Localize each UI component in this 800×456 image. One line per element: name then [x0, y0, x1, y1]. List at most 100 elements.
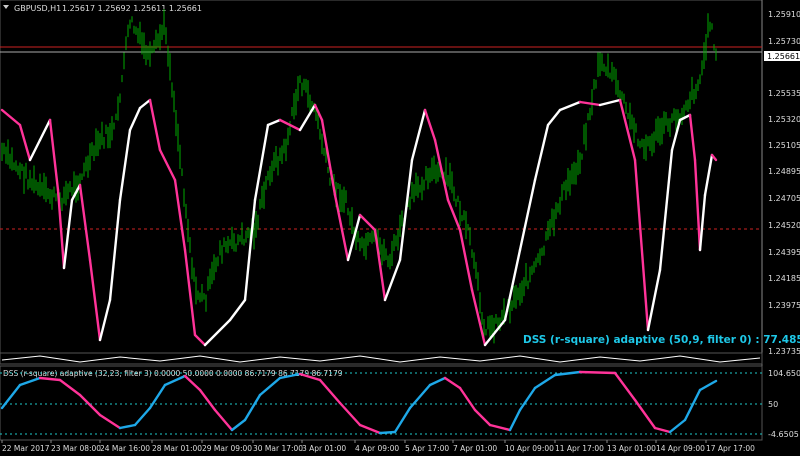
dss-main-segment: [578, 100, 602, 107]
sub-axis-top: 104.6505: [768, 369, 800, 378]
sub-indicator-segment: [118, 423, 137, 430]
sub-indicator-segment: [0, 383, 22, 410]
sub-indicator-segment: [393, 406, 412, 434]
time-tick-label: 29 Mar 09:00: [202, 444, 252, 453]
price-candles: [1, 9, 717, 344]
price-tick-label: 1.25910: [768, 10, 800, 19]
main-chart-frame: [0, 0, 763, 359]
sub-indicator-segment: [38, 376, 62, 382]
sub-indicator-segment: [428, 376, 447, 387]
current-price-label: 1.25661: [767, 52, 800, 61]
sub-indicator-segment: [148, 383, 167, 410]
sub-indicator-segment: [668, 418, 687, 434]
price-tick-label: 1.25730: [768, 37, 800, 46]
dss-main-segment: [18, 123, 32, 162]
dss-main-segment: [56, 188, 66, 270]
dss-main-segment: [558, 100, 582, 112]
time-tick-label: 7 Apr 01:00: [453, 444, 497, 453]
time-tick-label: 3 Apr 01:00: [302, 444, 346, 453]
dss-main-segment: [423, 108, 437, 142]
sub-indicator-segment: [533, 373, 557, 390]
sub-indicator-segment: [518, 386, 537, 412]
dss-main-segment: [62, 198, 74, 270]
dss-main-segment: [108, 198, 122, 302]
symbol-label: GBPUSD,H1: [14, 4, 61, 13]
price-tick-label: 1.25105: [768, 141, 800, 150]
sub-indicator-segment: [653, 426, 672, 434]
price-tick-label: 1.24705: [768, 194, 800, 203]
dss-main-segment: [298, 103, 317, 132]
dss-main-segment: [546, 108, 562, 127]
dss-main-segment: [118, 128, 132, 202]
dss-main-segment: [138, 98, 152, 110]
dss-main-segment: [410, 108, 427, 162]
time-tick-label: 17 Apr 17:00: [706, 444, 755, 453]
dss-main-segment: [618, 98, 637, 162]
sub-indicator-segment: [318, 378, 342, 405]
price-axis: 1.25910 1.25730 1.25535 1.25320 1.25105 1.248…: [768, 10, 800, 356]
sub-indicator-segment: [183, 374, 202, 392]
mini-indicator-strip: [0, 352, 763, 365]
sub-indicator-segment: [488, 423, 512, 432]
dss-main-segment: [183, 248, 197, 337]
dss-main-segment: [228, 298, 247, 322]
time-tick-label: 13 Apr 01:00: [607, 444, 656, 453]
price-tick-label: 1.24395: [768, 248, 800, 257]
price-tick-label: 1.23735: [768, 347, 800, 356]
price-tick-label: 1.25535: [768, 89, 800, 98]
time-tick-label: 4 Apr 09:00: [355, 444, 399, 453]
dss-main-segment: [320, 118, 337, 197]
time-axis: 22 Mar 2017 23 Mar 08:0024 Mar 16:00 28 Ma…: [1, 440, 755, 453]
sub-indicator-segment: [378, 430, 397, 435]
time-tick-label: 28 Mar 01:00: [152, 444, 202, 453]
dss-main-segment: [0, 108, 22, 127]
time-tick-label: 23 Mar 08:00: [51, 444, 101, 453]
dss-main-segment: [646, 268, 662, 332]
dss-main-segment: [243, 198, 257, 302]
chevron-down-icon[interactable]: [3, 5, 9, 9]
dss-main-segment: [266, 118, 282, 127]
sub-indicator-segment: [258, 376, 282, 397]
price-tick-label: 1.23975: [768, 301, 800, 310]
chart-window: GBPUSD,H1 1.25617 1.25692 1.25611 1.2566…: [0, 0, 800, 453]
dss-main-segment: [688, 113, 697, 162]
sub-indicator-segment: [408, 383, 432, 410]
sub-indicator-segment: [508, 408, 522, 432]
dss-main-segment: [128, 106, 142, 132]
price-tick-label: 1.25320: [768, 115, 800, 124]
dss-main-segment: [533, 123, 550, 182]
sub-indicator-segment: [78, 393, 102, 417]
sub-indicator-segment: [58, 378, 82, 397]
sub-indicator-segment: [213, 408, 234, 432]
dss-main-segment: [518, 178, 537, 252]
sub-indicator-segment: [613, 371, 637, 402]
time-tick-label: 30 Mar 17:00: [253, 444, 303, 453]
sub-indicator-line: [0, 370, 718, 435]
dss-main-segment: [698, 193, 707, 252]
dss-main-segment: [148, 98, 162, 152]
time-tick-label: 11 Apr 17:00: [555, 444, 604, 453]
dss-main-segment: [203, 318, 232, 347]
sub-indicator-segment: [243, 393, 262, 422]
dss-main-segment: [38, 118, 52, 142]
sub-indicator-segment: [473, 408, 492, 427]
dss-main-segment: [78, 183, 92, 262]
dss-main-segment: [446, 198, 462, 232]
time-tick-label: 5 Apr 17:00: [405, 444, 449, 453]
dss-main-segment: [633, 158, 650, 332]
dss-main-segment: [88, 258, 102, 342]
price-tick-label: 1.24520: [768, 221, 800, 230]
price-tick-label: 1.24895: [768, 167, 800, 176]
dss-main-segment: [358, 213, 377, 232]
sub-indicator-segment: [553, 370, 582, 377]
dss-main-segment: [658, 148, 674, 272]
sub-axis-bottom: -4.6505: [768, 430, 799, 439]
dss-main-segment: [598, 98, 622, 107]
time-tick-label: 14 Apr 09:00: [656, 444, 705, 453]
sub-indicator-segment: [133, 406, 152, 427]
sub-axis-mid: 50: [768, 400, 778, 409]
dss-main-segment: [48, 118, 60, 192]
time-tick-label: 22 Mar 2017: [2, 444, 50, 453]
sub-indicator-segment: [443, 376, 462, 390]
dss-main-segment: [693, 158, 702, 252]
